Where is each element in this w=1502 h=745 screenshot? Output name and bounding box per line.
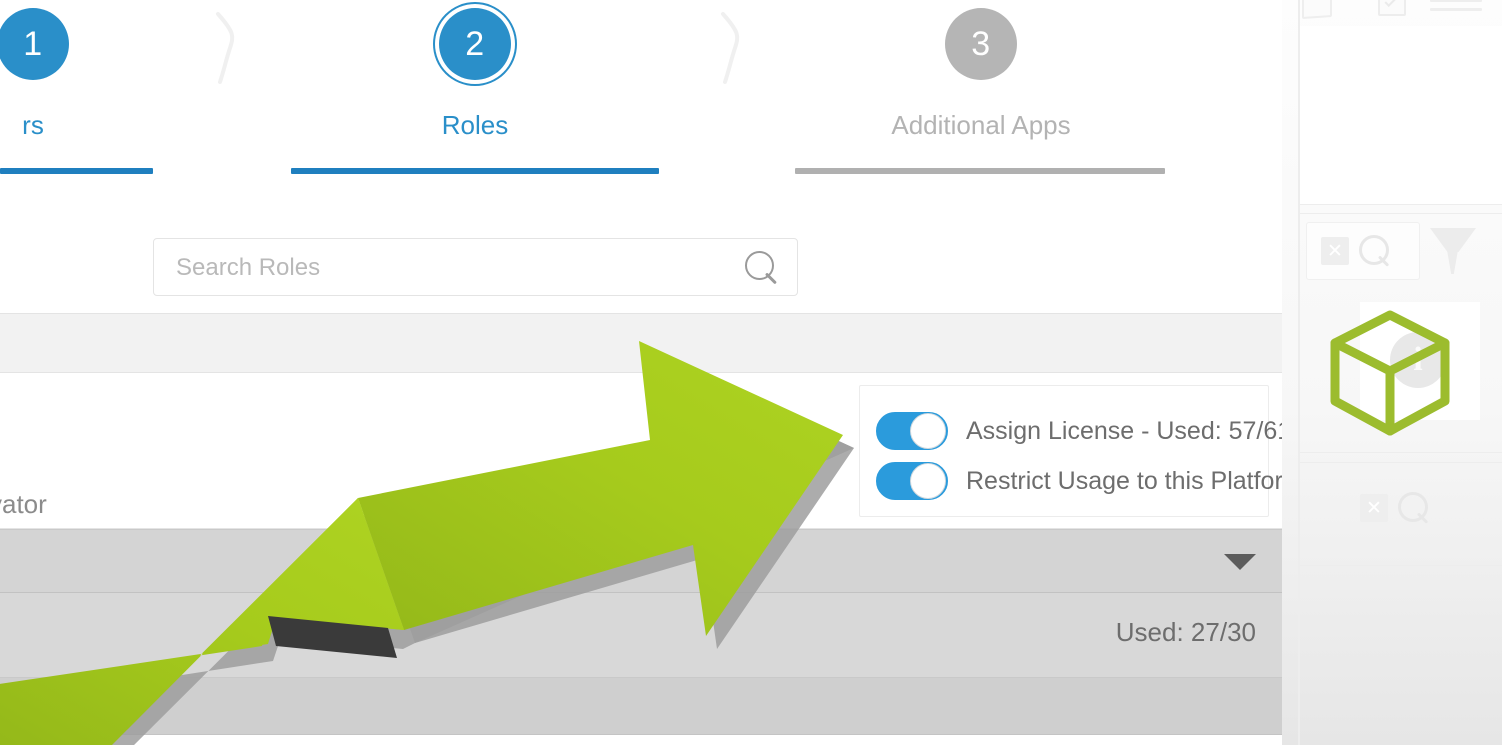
checkbox-icon[interactable] [1378,0,1406,16]
search-icon[interactable] [745,251,781,287]
note-icon[interactable] [1302,0,1332,20]
section-collapse-bar[interactable] [0,529,1282,593]
background-divider-5 [1300,565,1502,566]
usage-summary-row: Used: 27/30 [0,593,1282,678]
search-input[interactable] [174,239,738,297]
background-search-box[interactable]: ✕ [1306,222,1420,280]
background-app-panel: ✕ i ✕ [1278,0,1502,745]
assign-license-label: Assign License - Used: 57/61 [966,416,1282,445]
assign-license-toggle[interactable] [876,412,948,450]
step-3-label: Additional Apps [891,110,1071,140]
step-3-number: 3 [971,24,991,63]
wizard-step-roles[interactable]: 2 Roles [291,0,659,190]
hamburger-menu-icon[interactable] [1430,0,1482,11]
restrict-usage-row[interactable]: Restrict Usage to this Platform [876,462,1282,500]
background-divider-3 [1300,452,1502,453]
search-roles-field[interactable] [153,238,798,297]
step-2-underline [291,168,659,174]
cube-logo [1325,303,1455,443]
step-2-circle: 2 [439,8,511,80]
step-separator-2 [713,10,753,86]
clear-x-icon-2[interactable]: ✕ [1360,494,1388,522]
toggle-knob [910,463,946,499]
step-3-circle: 3 [945,8,1017,80]
background-divider-1 [1300,204,1502,205]
search-icon[interactable] [1359,235,1393,269]
step-separator-1 [208,10,248,86]
chevron-down-icon[interactable] [1224,554,1256,570]
toggle-knob [910,413,946,449]
wizard-step-users[interactable]: 1 rs [0,0,153,190]
background-divider-2 [1300,213,1502,214]
used-count-label: Used: 27/30 [1115,617,1256,647]
step-2-label: Roles [441,110,509,140]
screen-root: ✕ i ✕ 1 rs 2 Roles 3 Additional Apps Sea… [0,0,1502,745]
background-content-panel [1300,26,1502,204]
background-search-box-2[interactable]: ✕ [1354,480,1466,538]
wizard-dialog: 1 rs 2 Roles 3 Additional Apps Search Ro… [0,0,1282,745]
step-1-number: 1 [23,24,43,63]
background-toolbar [1300,0,1502,26]
restrict-usage-toggle[interactable] [876,462,948,500]
filter-funnel-icon[interactable] [1430,228,1476,278]
step-1-circle: 1 [0,8,69,80]
step-1-underline [0,168,153,174]
wizard-step-additional-apps[interactable]: 3 Additional Apps [795,0,1165,190]
step-1-label: rs [22,110,44,140]
wizard-step-header: 1 rs 2 Roles 3 Additional Apps [0,0,1282,190]
roles-list: vator Assign License - Used: 57/61 Restr… [0,313,1282,735]
restrict-usage-label: Restrict Usage to this Platform [966,466,1282,495]
license-options-card: Assign License - Used: 57/61 Restrict Us… [859,385,1282,517]
assign-license-row[interactable]: Assign License - Used: 57/61 [876,412,1282,450]
step-2-number: 2 [465,24,485,63]
roles-list-footer [0,678,1282,735]
clear-x-icon[interactable]: ✕ [1321,237,1349,265]
step-3-underline [795,168,1165,174]
background-divider-4 [1300,462,1502,463]
role-name-label: vator [0,489,47,519]
search-icon-2[interactable] [1398,492,1432,526]
role-row[interactable]: vator Assign License - Used: 57/61 Restr… [0,373,1282,529]
roles-list-header [0,313,1282,373]
